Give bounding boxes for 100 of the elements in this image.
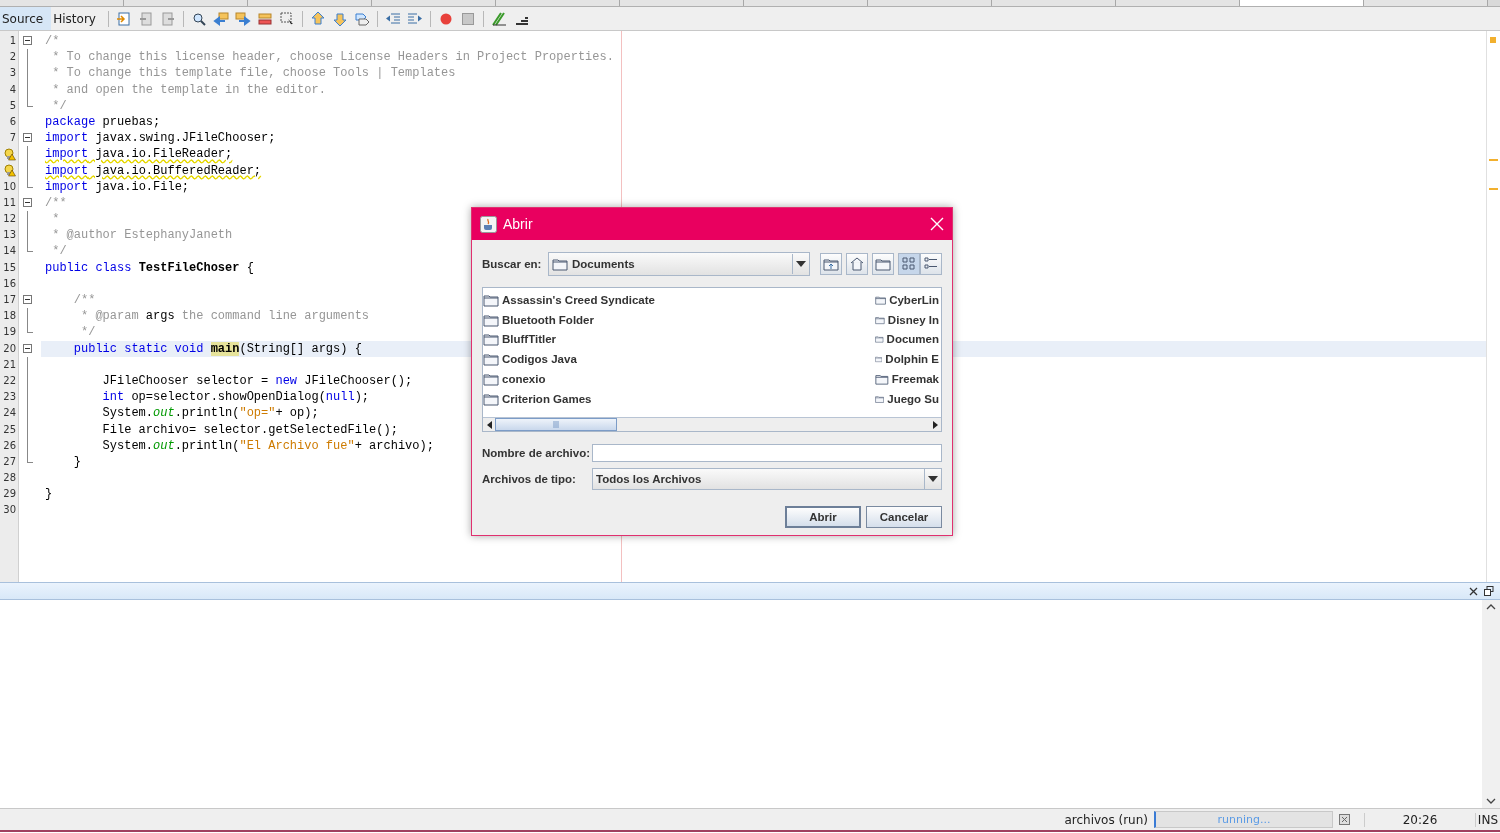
folder-item[interactable]: Codigos Java <box>483 349 875 370</box>
scroll-down-icon[interactable] <box>1486 798 1496 804</box>
code-line: /** <box>72 293 96 307</box>
line-number: 6 <box>9 114 16 129</box>
warning-bulb-icon[interactable] <box>4 147 16 161</box>
folder-item[interactable]: Criterion Games <box>483 389 875 409</box>
code-line: } <box>72 454 81 469</box>
folder-item[interactable]: Freemak <box>875 369 939 389</box>
editor-view-tab[interactable]: Source <box>0 7 52 30</box>
line-number: 13 <box>3 228 16 243</box>
collapse-icon[interactable] <box>23 197 32 207</box>
open-button[interactable]: Abrir <box>785 506 861 528</box>
highlighter-icon[interactable] <box>256 10 273 27</box>
shift-right-icon[interactable] <box>406 10 423 27</box>
close-icon[interactable] <box>1469 586 1478 596</box>
line-number: 28 <box>3 471 16 486</box>
scroll-right-icon[interactable] <box>932 420 938 429</box>
line-number: 17 <box>3 293 16 307</box>
code-line: /* <box>45 34 60 48</box>
caret-icon[interactable] <box>796 261 806 267</box>
line-number: 23 <box>3 390 16 405</box>
collapse-icon[interactable] <box>23 343 32 353</box>
editor-view-tab[interactable]: History <box>51 7 104 30</box>
shift-left-icon[interactable] <box>384 10 401 27</box>
caret-position: 20:26 <box>1364 812 1476 827</box>
arrow-up-icon[interactable] <box>309 10 326 27</box>
collapse-icon[interactable] <box>23 133 32 143</box>
code-line: * @param args the command line arguments <box>80 309 370 324</box>
caret-icon[interactable] <box>928 476 938 482</box>
folder-item[interactable]: CyberLin <box>875 290 939 310</box>
page-right-icon[interactable] <box>159 10 176 27</box>
scroll-up-icon[interactable] <box>1486 604 1496 610</box>
code-line: File archivo= selector.getSelectedFile(); <box>101 422 398 437</box>
line-number: 7 <box>9 131 16 146</box>
magnifier-icon[interactable] <box>190 10 207 27</box>
line-number: 19 <box>3 325 16 340</box>
look-in-dropdown[interactable]: Documents <box>548 252 810 276</box>
folder-item[interactable]: Bluetooth Folder <box>483 309 875 330</box>
folder-icon <box>483 371 499 388</box>
tags-icon[interactable] <box>353 10 370 27</box>
line-number: 25 <box>3 422 16 437</box>
folder-icon <box>552 256 568 272</box>
status-mark <box>1490 37 1496 43</box>
code-line: /** <box>45 195 67 210</box>
code-line: import java.io.BufferedReader; <box>45 163 262 178</box>
code-line: */ <box>51 244 67 259</box>
details-view-icon[interactable] <box>920 253 942 275</box>
code-line: System.out.println("El Archivo fue"+ archivo); <box>101 438 434 453</box>
code-line: int op=selector.showOpenDialog(null); <box>101 390 370 405</box>
arrow-down-icon[interactable] <box>331 10 348 27</box>
line-number: 11 <box>3 195 16 210</box>
scrollbar[interactable] <box>1482 600 1500 808</box>
line-number: 14 <box>3 244 16 259</box>
file-type-label: Archivos de tipo: <box>482 473 577 485</box>
folder-item[interactable]: Dolphin E <box>875 349 939 370</box>
collapse-icon[interactable] <box>23 295 32 304</box>
file-type-dropdown[interactable]: Todos los Archivos <box>592 468 942 490</box>
look-in-value: Documents <box>572 258 635 270</box>
look-in-label: Buscar en: <box>482 258 543 270</box>
folder-icon <box>483 351 499 368</box>
scroll-thumb[interactable] <box>495 418 617 431</box>
warning-bulb-icon[interactable] <box>4 164 16 178</box>
progress-text: running... <box>1217 813 1271 826</box>
folder-item[interactable]: Assassin's Creed Syndicate <box>483 290 875 310</box>
up-folder-icon[interactable] <box>820 253 842 275</box>
select-icon[interactable] <box>278 10 295 27</box>
line-number: 30 <box>3 503 16 518</box>
code-line: JFileChooser selector = new JFileChooser(); <box>101 373 413 388</box>
line-number: 22 <box>3 373 16 388</box>
folder-item[interactable]: Documen <box>875 329 939 350</box>
list-view-icon[interactable] <box>898 253 920 275</box>
line-number: 1 <box>9 34 16 48</box>
folder-item[interactable]: BluffTitler <box>483 329 875 350</box>
line-number: 16 <box>3 276 16 291</box>
file-name-field[interactable] <box>592 444 942 462</box>
code-line: public static void main(String[] args) { <box>72 341 362 356</box>
home-icon[interactable] <box>846 253 868 275</box>
arrow-left-icon[interactable] <box>212 10 229 27</box>
collapse-icon[interactable] <box>23 36 32 45</box>
file-list[interactable]: Assassin's Creed Syndicate Bluetooth Folder BluffTitler Codigos Java conexio Criterion Games CyberLin Disney In Documen Dolphin E Freemak Juego Su <box>482 287 942 432</box>
scroll-left-icon[interactable] <box>486 420 492 429</box>
new-folder-icon[interactable] <box>872 253 894 275</box>
cancel-button[interactable]: Cancelar <box>866 506 942 528</box>
folder-item[interactable]: conexio <box>483 369 875 389</box>
arrow-right-icon[interactable] <box>234 10 251 27</box>
folder-item[interactable]: Disney In <box>875 309 939 330</box>
line-number: 18 <box>3 309 16 324</box>
folder-item[interactable]: Juego Su <box>875 389 939 409</box>
code-line: } <box>45 487 53 502</box>
horizontal-scrollbar[interactable] <box>483 417 941 431</box>
line-number: 26 <box>3 438 16 453</box>
restore-icon[interactable] <box>1484 586 1494 596</box>
line-number: 24 <box>3 406 16 421</box>
page-left-icon[interactable] <box>137 10 154 27</box>
comment-icon[interactable] <box>490 10 507 27</box>
cancel-task-icon[interactable] <box>1339 814 1350 825</box>
stop-icon[interactable] <box>459 10 476 27</box>
code-line: import javax.swing.JFileChooser; <box>45 131 276 146</box>
code-line: import java.io.FileReader; <box>45 147 233 162</box>
line-number: 15 <box>3 260 16 275</box>
